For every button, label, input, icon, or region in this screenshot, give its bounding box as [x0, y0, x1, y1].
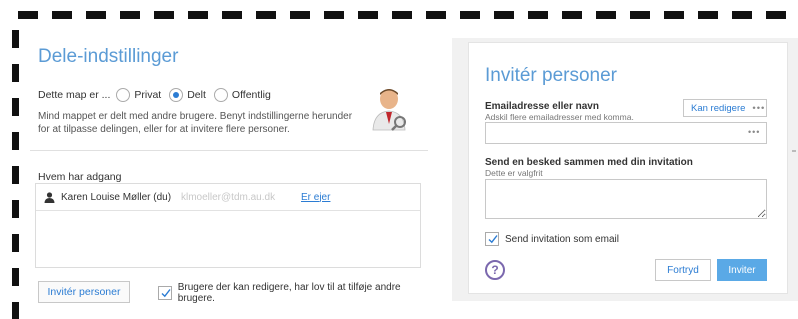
invite-dialog: Invitér personer Emailadresse eller navn…: [468, 42, 788, 294]
editors-can-add-label: Brugere der kan redigere, har lov til at…: [177, 282, 401, 304]
message-hint: Dette er valgfrit: [485, 168, 543, 178]
person-email: klmoeller@tdm.au.dk: [181, 191, 276, 203]
share-mode-row: Dette map er ... Privat Delt Offentlig: [38, 88, 279, 102]
panel-title: Dele-indstillinger: [38, 46, 179, 67]
section-divider: [30, 150, 428, 151]
radio-shared[interactable]: Delt: [169, 88, 206, 102]
share-description: Mind mappet er delt med andre brugere. B…: [38, 111, 353, 135]
invite-button[interactable]: Inviter: [717, 259, 767, 281]
person-role-link[interactable]: Er ejer: [301, 192, 330, 203]
checkmark-icon: [161, 289, 171, 298]
help-icon[interactable]: ?: [485, 260, 505, 280]
share-mode-label: Dette map er ...: [38, 89, 111, 101]
dashed-border-top: [18, 11, 798, 19]
email-input[interactable]: [485, 122, 767, 144]
access-title: Hvem har adgang: [38, 171, 122, 183]
message-input[interactable]: [485, 179, 767, 219]
access-list: Karen Louise Møller (du) klmoeller@tdm.a…: [35, 183, 421, 268]
person-name: Karen Louise Møller (du): [61, 191, 172, 203]
person-icon: [44, 191, 55, 203]
backdrop-edge-mark: [792, 150, 796, 152]
send-email-checkbox[interactable]: [485, 232, 499, 246]
checkmark-icon: [488, 235, 498, 244]
radio-private[interactable]: Privat: [116, 88, 161, 102]
send-email-label: Send invitation som email: [505, 233, 619, 245]
radio-shared-label: Delt: [187, 89, 206, 101]
email-hint: Adskil flere emailadresser med komma.: [485, 112, 634, 122]
radio-public-label: Offentlig: [231, 89, 271, 101]
radio-shared-circle[interactable]: [169, 88, 184, 102]
permission-label: Kan redigere: [691, 102, 746, 114]
share-settings-panel: Dele-indstillinger Dette map er ... Priv…: [30, 36, 434, 319]
email-label: Emailadresse eller navn: [485, 101, 599, 112]
editors-can-add-checkbox[interactable]: [158, 286, 172, 300]
radio-public-circle[interactable]: [213, 88, 228, 102]
send-email-option[interactable]: Send invitation som email: [485, 232, 619, 246]
contacts-more-icon[interactable]: •••: [748, 127, 760, 137]
invite-people-button[interactable]: Invitér personer: [38, 281, 130, 303]
editors-can-add-option[interactable]: Brugere der kan redigere, har lov til at…: [158, 282, 434, 304]
cancel-button[interactable]: Fortryd: [655, 259, 711, 281]
user-with-magnifier-icon: [372, 89, 406, 131]
more-icon: •••: [752, 102, 766, 114]
dialog-title: Invitér personer: [485, 65, 618, 86]
radio-public[interactable]: Offentlig: [213, 88, 271, 102]
permission-dropdown[interactable]: Kan redigere •••: [683, 99, 767, 117]
access-row: Karen Louise Møller (du) klmoeller@tdm.a…: [36, 184, 420, 211]
message-label: Send en besked sammen med din invitation: [485, 157, 693, 168]
dashed-border-left: [12, 30, 19, 319]
radio-private-label: Privat: [134, 89, 162, 101]
radio-private-circle[interactable]: [116, 88, 131, 102]
